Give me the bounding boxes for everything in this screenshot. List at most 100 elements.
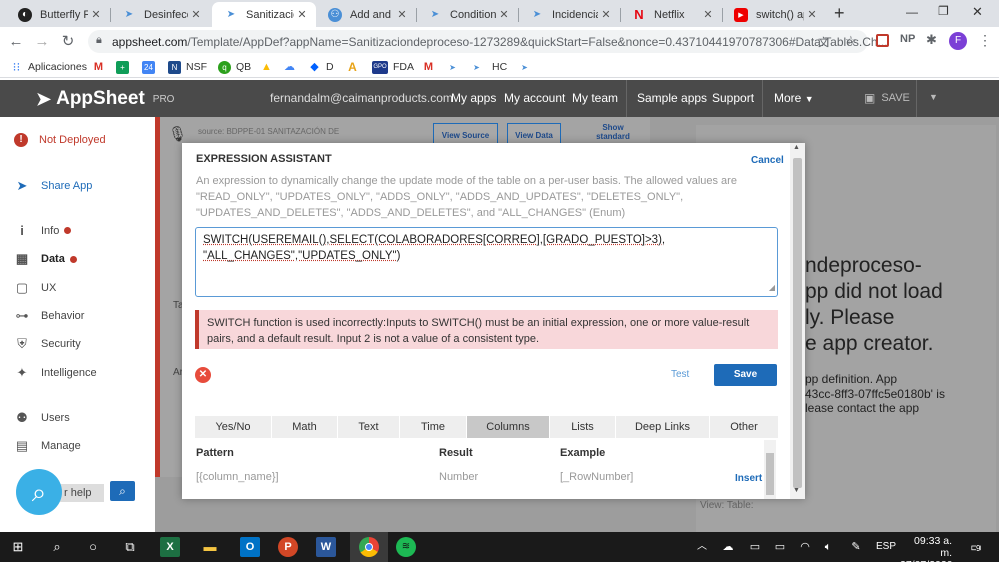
bookmark-hc[interactable]: HC (492, 59, 507, 75)
tab-columns[interactable]: Columns (467, 416, 550, 438)
browser-tab-4[interactable]: ➤Conditional✕ (416, 2, 518, 27)
caret-down-icon[interactable]: ▼ (929, 92, 938, 102)
nav-my-apps[interactable]: My apps (451, 91, 496, 105)
sidebar-item-intelligence[interactable]: ✦ Intelligence (14, 365, 97, 381)
show-standard-link[interactable]: Show standard (585, 123, 641, 141)
browser-tab-5[interactable]: ➤Incidencias✕ (518, 2, 620, 27)
close-icon[interactable]: ✕ (88, 8, 104, 21)
new-tab-icon[interactable]: + (834, 3, 845, 24)
gmail-icon[interactable]: M (422, 59, 440, 75)
appsheet-logo[interactable]: ➤ AppSheet PRO (36, 88, 174, 110)
battery-icon[interactable]: ▭ (770, 537, 790, 557)
gmail-icon[interactable]: M (92, 59, 110, 75)
dialog-scrollbar[interactable]: ▲ ▼ (790, 143, 805, 499)
wifi-icon[interactable]: ◠ (795, 537, 815, 557)
tab-text[interactable]: Text (338, 416, 400, 438)
bookmark-qb[interactable]: q QB (218, 59, 251, 75)
close-icon[interactable]: ✕ (394, 8, 410, 21)
tray-chevron-icon[interactable]: ︿ (692, 537, 712, 557)
excel-icon[interactable]: X (160, 537, 180, 557)
word-icon[interactable]: W (316, 537, 336, 557)
sheets-icon[interactable]: + (116, 59, 134, 75)
search-icon[interactable]: ⌕ (47, 537, 67, 557)
sidebar-item-data[interactable]: ▦ Data (14, 251, 77, 267)
pocket-icon[interactable] (876, 34, 889, 47)
extensions-icon[interactable]: ✱ (926, 32, 937, 48)
meet-tray-icon[interactable]: ▭ (745, 537, 765, 557)
notification-icon[interactable]: ▭9 (966, 537, 986, 557)
bookmark-nsf[interactable]: N NSF (168, 59, 207, 75)
scroll-down-icon[interactable]: ▼ (793, 487, 800, 494)
drive-icon[interactable]: ▲ (260, 59, 278, 75)
close-icon[interactable]: ✕ (804, 8, 820, 21)
powerpoint-icon[interactable]: P (278, 537, 298, 557)
file-explorer-icon[interactable]: ▬ (200, 537, 220, 557)
tab-other[interactable]: Other (710, 416, 778, 438)
tab-yes-no[interactable]: Yes/No (195, 416, 272, 438)
translate-icon[interactable]: 文 (818, 34, 829, 50)
nav-my-team[interactable]: My team (572, 91, 618, 105)
help-search-input[interactable]: r help (60, 484, 104, 502)
sidebar-item-ux[interactable]: ▢ UX (14, 280, 56, 296)
not-deployed-status[interactable]: ! Not Deployed (14, 133, 106, 147)
sidebar-item-info[interactable]: i Info (14, 223, 72, 238)
share-app-link[interactable]: ➤ Share App (14, 178, 93, 194)
header-save-button[interactable]: ▣ SAVE (864, 91, 910, 105)
pen-icon[interactable]: ✎ (846, 537, 866, 557)
floating-search-button[interactable]: ⌕ (16, 469, 62, 515)
outlook-icon[interactable]: O (240, 537, 260, 557)
scroll-up-icon[interactable]: ▲ (793, 144, 800, 151)
close-icon[interactable]: ✕ (188, 8, 204, 21)
cloud-tray-icon[interactable]: ☁ (718, 537, 738, 557)
reload-icon[interactable]: ↻ (58, 32, 78, 52)
tab-time[interactable]: Time (400, 416, 467, 438)
close-icon[interactable]: ✕ (294, 8, 310, 21)
url-field[interactable]: 🔒︎ appsheet.com/Template/AppDef?appName=… (88, 30, 888, 53)
nav-my-account[interactable]: My account (504, 91, 565, 105)
cancel-button[interactable]: Cancel (751, 155, 784, 166)
sidebar-item-security[interactable]: ⛨ Security (14, 336, 81, 352)
forward-icon[interactable]: → (32, 32, 52, 52)
expression-editor[interactable]: SWITCH(USEREMAIL(),SELECT(COLABORADORES[… (195, 227, 778, 297)
nav-sample-apps[interactable]: Sample apps (637, 91, 707, 105)
appsheet-icon[interactable]: ➤ (470, 59, 488, 75)
close-icon[interactable]: ✕ (598, 8, 614, 21)
appsheet-icon[interactable]: ➤ (518, 59, 536, 75)
volume-icon[interactable]: 🔈︎ (818, 537, 838, 557)
calendar-icon[interactable]: 24 (142, 59, 160, 75)
minimize-icon[interactable]: — (906, 5, 918, 19)
test-link[interactable]: Test (671, 369, 689, 380)
bookmark-apps[interactable]: ⁝⁝ Aplicaciones (10, 59, 87, 75)
insert-button[interactable]: Insert (735, 473, 762, 484)
menu-kebab-icon[interactable]: ⋮ (978, 32, 992, 49)
window-close-icon[interactable]: ✕ (972, 4, 983, 20)
bookmark-fda[interactable]: GPO FDA (372, 59, 414, 75)
close-icon[interactable]: ✕ (496, 8, 512, 21)
chrome-icon[interactable] (359, 537, 379, 557)
sidebar-item-manage[interactable]: ▤ Manage (14, 438, 81, 454)
help-search-button[interactable]: ⌕ (110, 481, 135, 501)
tab-math[interactable]: Math (272, 416, 338, 438)
browser-tab-6[interactable]: N Netflix ✕ (620, 2, 722, 27)
profile-avatar[interactable]: F (949, 32, 967, 50)
task-view-icon[interactable]: ⧉ (120, 537, 140, 557)
a-logo-icon[interactable]: A (346, 59, 364, 75)
browser-tab-1[interactable]: ➤Desinfección✕ (110, 2, 210, 27)
back-icon[interactable]: ← (6, 32, 26, 52)
resize-handle-icon[interactable]: ◢ (769, 280, 775, 296)
language-indicator[interactable]: ESP (876, 541, 896, 552)
browser-tab-2[interactable]: ➤Sanitizacion✕ (212, 2, 316, 27)
tab-deep-links[interactable]: Deep Links (616, 416, 710, 438)
browser-tab-0[interactable]: ◐Butterfly For✕ (6, 2, 110, 27)
restore-icon[interactable]: ❐ (938, 4, 949, 18)
tab-lists[interactable]: Lists (550, 416, 616, 438)
sidebar-item-users[interactable]: ⚉ Users (14, 410, 70, 426)
save-button[interactable]: Save (714, 364, 777, 386)
system-clock[interactable]: 09:33 a. m. 27/07/2020 (900, 535, 953, 571)
spotify-icon[interactable]: ≋ (396, 537, 416, 557)
cloud-icon[interactable]: ☁ (283, 59, 301, 75)
nav-more[interactable]: More ▼ (774, 91, 814, 105)
cortana-icon[interactable]: ○ (83, 537, 103, 557)
star-icon[interactable]: ☆ (845, 33, 857, 49)
appsheet-icon[interactable]: ➤ (446, 59, 464, 75)
